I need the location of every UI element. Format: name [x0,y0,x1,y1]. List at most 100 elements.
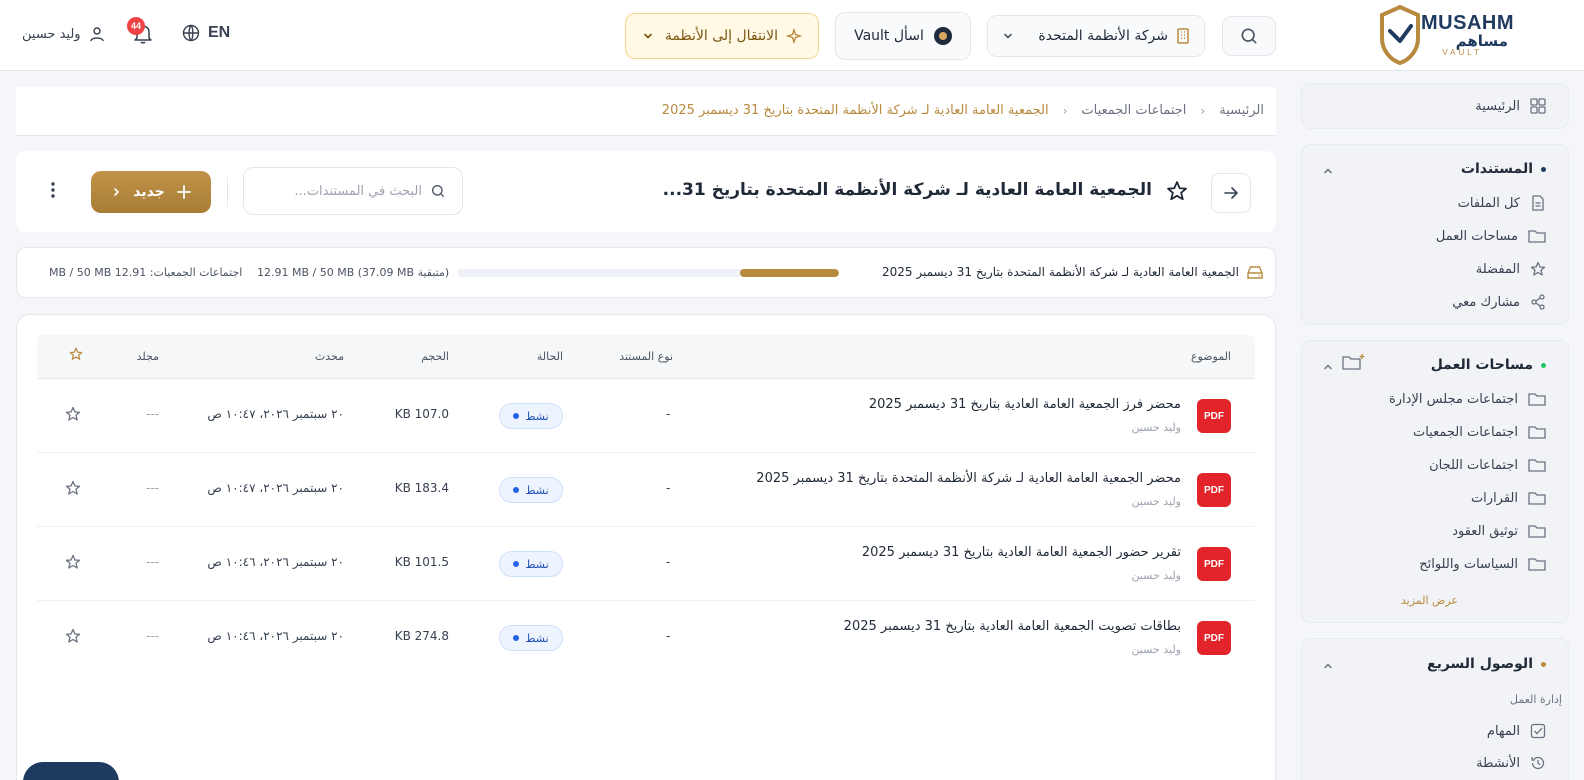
table-row[interactable]: PDF تقرير حضور الجمعية العامة العادية بت… [37,527,1255,601]
sidebar-quick-access-card: الوصول السريع إدارة العمل المهام الأنشطة [1301,638,1569,780]
sidebar-section-workspaces[interactable]: مساحات العمل [1431,357,1546,373]
section-title: المستندات [1460,161,1533,177]
pdf-file-icon: PDF [1197,399,1231,433]
company-name: شركة الأنظمة المتحدة [1038,28,1168,44]
sidebar-subheading: إدارة العمل [1510,693,1562,706]
brand-sub: VAULT [1442,48,1482,57]
column-subject[interactable]: الموضوع [1191,350,1231,363]
favorite-star-icon[interactable] [65,480,81,496]
sidebar-section-documents[interactable]: المستندات [1461,161,1546,177]
sidebar-item-assembly-meetings[interactable]: اجتماعات الجمعيات [1413,424,1546,440]
sidebar-item-favorites[interactable]: المفضلة [1476,261,1546,277]
shield-logo-icon [1378,4,1422,66]
favorite-button[interactable] [1166,180,1188,206]
sparkles-icon [786,28,802,44]
chevron-down-icon [1002,30,1014,42]
favorite-star-icon[interactable] [65,406,81,422]
document-folder: --- [146,629,159,643]
user-name: وليد حسين [22,26,81,42]
sidebar-item-committee-meetings[interactable]: اجتماعات اللجان [1429,457,1546,473]
sidebar-item-policies[interactable]: السياسات واللوائح [1419,556,1546,572]
company-selector[interactable]: شركة الأنظمة المتحدة [987,15,1205,57]
new-folder-icon[interactable] [1342,353,1366,371]
sidebar-item-activities[interactable]: الأنشطة [1476,755,1546,771]
status-badge: نشط [499,403,563,429]
sidebar-item-label: توثيق العقود [1452,523,1518,539]
document-author: وليد حسين [1131,495,1181,508]
dashboard-icon [1530,98,1546,114]
sidebar-item-home[interactable]: الرئيسية [1475,98,1546,114]
breadcrumb-section[interactable]: اجتماعات الجمعيات [1081,103,1186,118]
favorite-star-icon[interactable] [65,628,81,644]
new-button[interactable]: جديد [91,171,211,213]
brand-logo[interactable]: MUSAHM مساهم VAULT [1374,4,1514,68]
column-updated[interactable]: محدث [315,350,344,363]
chevron-up-icon[interactable] [1322,165,1334,177]
sidebar-item-label: اجتماعات اللجان [1429,457,1518,473]
sidebar-item-label: كل الملفات [1457,195,1520,211]
document-size: 101.5 KB [394,555,449,569]
section-dot-icon [1541,166,1546,172]
favorite-star-icon[interactable] [65,554,81,570]
sidebar-item-resolutions[interactable]: القرارات [1471,490,1546,506]
sidebar-item-board-meetings[interactable]: اجتماعات مجلس الإدارة [1389,391,1546,407]
chevron-up-icon[interactable] [1322,660,1334,672]
user-menu[interactable]: وليد حسين [22,26,105,42]
document-name[interactable]: تقرير حضور الجمعية العامة العادية بتاريخ… [862,545,1181,560]
document-search-box[interactable] [243,167,463,215]
document-author: وليد حسين [1131,643,1181,656]
sidebar-item-label: السياسات واللوائح [1419,556,1518,572]
sidebar-item-all-files[interactable]: كل الملفات [1458,195,1546,211]
global-search-button[interactable] [1222,16,1276,56]
sidebar-home-card: الرئيسية [1301,83,1569,129]
back-button[interactable] [1211,173,1251,213]
top-bar: MUSAHM مساهم VAULT شركة الأنظمة المتحدة … [0,0,1584,71]
column-size[interactable]: الحجم [421,350,449,363]
sidebar-documents-card: المستندات كل الملفات مساحات العمل المفضل… [1301,144,1569,325]
storage-name: الجمعية العامة العادية لـ شركة الأنظمة ا… [881,265,1239,279]
sidebar-item-shared[interactable]: مشارك معي [1452,294,1546,310]
more-options-button[interactable] [50,181,56,203]
go-to-systems-button[interactable]: الانتقال إلى الأنظمة [625,13,819,59]
breadcrumb-current: الجمعية العامة العادية لـ شركة الأنظمة ا… [661,103,1049,118]
table-row[interactable]: PDF بطاقات تصويت الجمعية العامة العادية … [37,601,1255,675]
star-column-icon[interactable] [69,347,83,361]
star-icon [1530,261,1546,277]
pdf-file-icon: PDF [1197,547,1231,581]
document-name[interactable]: محضر فرز الجمعية العامة العادية بتاريخ 3… [869,397,1181,412]
column-status[interactable]: الحالة [537,350,563,363]
section-title: الوصول السريع [1427,656,1533,672]
table-row[interactable]: PDF محضر فرز الجمعية العامة العادية بتار… [37,379,1255,453]
document-name[interactable]: محضر الجمعية العامة العادية لـ شركة الأن… [756,471,1181,486]
sidebar-item-label: الأنشطة [1476,755,1520,771]
vault-assistant-icon [933,27,952,45]
document-name[interactable]: بطاقات تصويت الجمعية العامة العادية بتار… [844,619,1181,634]
table-row[interactable]: PDF محضر الجمعية العامة العادية لـ شركة … [37,453,1255,527]
floating-action-button[interactable] [23,762,119,780]
language-switcher[interactable]: EN [182,24,230,42]
show-more-link[interactable]: عرض المزيد [1401,594,1458,607]
document-folder: --- [146,481,159,495]
sidebar-item-contracts[interactable]: توثيق العقود [1452,523,1546,539]
column-doc-type[interactable]: نوع المستند [619,350,673,363]
breadcrumb-bar: الرئيسية ‹ اجتماعات الجمعيات ‹ الجمعية ا… [16,87,1276,136]
chevron-down-icon [642,30,654,42]
chevron-up-icon[interactable] [1322,361,1334,373]
status-label: نشط [525,483,549,497]
breadcrumb-home[interactable]: الرئيسية [1219,103,1264,118]
column-folder[interactable]: مجلد [137,350,159,363]
sidebar-item-label: المفضلة [1475,261,1520,277]
sidebar-section-quick-access[interactable]: الوصول السريع [1427,656,1546,672]
more-vertical-icon [50,181,56,199]
ask-vault-button[interactable]: اسأل Vault [835,12,971,60]
drive-icon [1247,265,1263,279]
document-size: 183.4 KB [394,481,449,495]
sidebar-workspaces-card: مساحات العمل اجتماعات مجلس الإدارة اجتما… [1301,340,1569,623]
document-search-input[interactable] [272,183,422,199]
pdf-file-icon: PDF [1197,473,1231,507]
document-type: - [666,481,671,495]
share-icon [1530,294,1546,310]
sidebar-item-workspaces[interactable]: مساحات العمل [1436,228,1546,244]
sidebar-item-tasks[interactable]: المهام [1487,723,1546,739]
status-badge: نشط [499,551,563,577]
